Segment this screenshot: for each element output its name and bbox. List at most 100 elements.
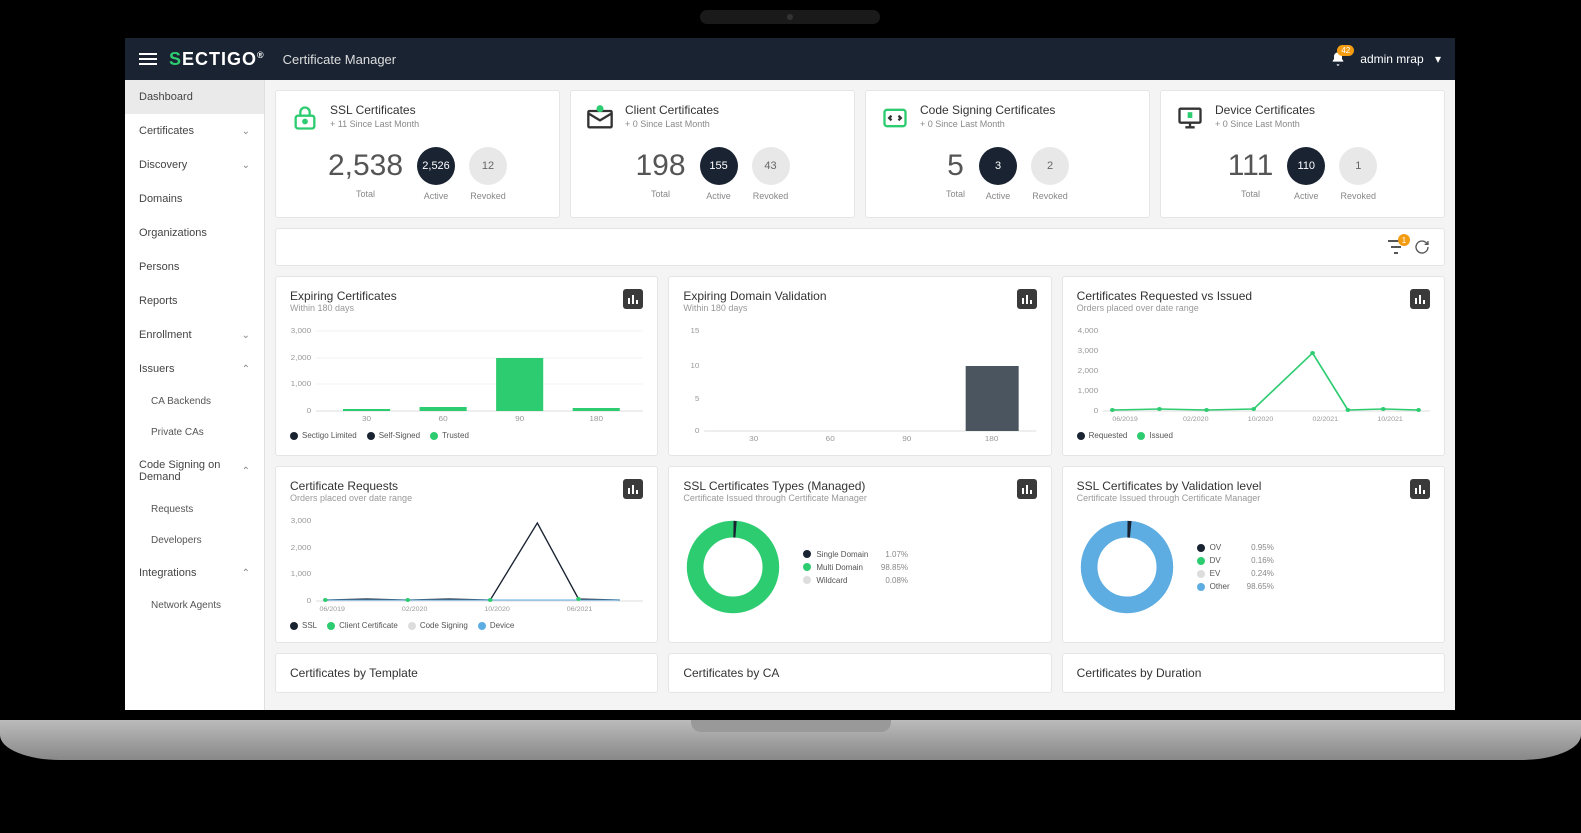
chart-grid: Expiring Certificates Within 180 days 3,… [275, 276, 1445, 693]
notification-icon[interactable]: 42 [1330, 51, 1346, 67]
svg-text:2,000: 2,000 [1077, 367, 1098, 375]
refresh-icon[interactable] [1414, 239, 1430, 255]
sidebar-item-issuers[interactable]: Issuers⌃ [125, 352, 264, 386]
app-screen: SECTIGO® Certificate Manager 42 admin mr… [125, 38, 1455, 710]
chevron-up-icon: ⌃ [242, 466, 250, 477]
chart-title: SSL Certificates by Validation level [1077, 479, 1262, 493]
chart-menu-icon[interactable] [1017, 479, 1037, 499]
chart-subtitle: Certificate Issued through Certificate M… [1077, 493, 1262, 503]
svg-text:3,000: 3,000 [1077, 347, 1098, 355]
sidebar-item-developers[interactable]: Developers [125, 525, 264, 556]
stat-cards-row: SSL Certificates + 11 Since Last Month 2… [275, 90, 1445, 218]
device-icon [1175, 103, 1205, 133]
sidebar-item-ca-backends[interactable]: CA Backends [125, 386, 264, 417]
chart-by-ca: Certificates by CA [668, 653, 1051, 693]
svg-text:10/2020: 10/2020 [1247, 416, 1273, 422]
stat-subtitle: + 0 Since Last Month [1215, 119, 1315, 129]
stat-subtitle: + 11 Since Last Month [330, 119, 419, 129]
main-content: SSL Certificates + 11 Since Last Month 2… [265, 80, 1455, 710]
chart-title: Certificates by Template [290, 666, 643, 680]
stat-subtitle: + 0 Since Last Month [920, 119, 1055, 129]
mail-icon [585, 103, 615, 133]
stat-subtitle: + 0 Since Last Month [625, 119, 719, 129]
stat-total: 2,538 [328, 149, 403, 183]
svg-text:0: 0 [307, 597, 312, 605]
stat-title: Client Certificates [625, 103, 719, 117]
chart-subtitle: Certificate Issued through Certificate M… [683, 493, 867, 503]
chart-legend: OV0.95%DV0.16%EV0.24%Other98.65% [1197, 539, 1274, 595]
sidebar-item-organizations[interactable]: Organizations [125, 216, 264, 250]
filter-bar: 1 [275, 228, 1445, 266]
chart-menu-icon[interactable] [1410, 289, 1430, 309]
stat-active: 2,526 [417, 147, 455, 185]
chart-title: SSL Certificates Types (Managed) [683, 479, 867, 493]
chart-menu-icon[interactable] [1410, 479, 1430, 499]
chart-legend: Sectigo Limited Self-Signed Trusted [290, 431, 643, 440]
sidebar-item-persons[interactable]: Persons [125, 250, 264, 284]
chart-by-template: Certificates by Template [275, 653, 658, 693]
sidebar-item-code-signing[interactable]: Code Signing on Demand⌃ [125, 448, 264, 494]
svg-text:10/2021: 10/2021 [1377, 416, 1403, 422]
sidebar-item-requests[interactable]: Requests [125, 494, 264, 525]
svg-text:15: 15 [691, 327, 700, 335]
svg-text:06/2019: 06/2019 [319, 606, 345, 612]
brand-logo[interactable]: SECTIGO® [169, 49, 265, 70]
user-menu[interactable]: admin mrap ▾ [1360, 52, 1441, 66]
chevron-down-icon: ⌄ [242, 330, 250, 341]
stat-title: SSL Certificates [330, 103, 419, 117]
stat-revoked: 43 [752, 147, 790, 185]
chart-requested-issued: Certificates Requested vs Issued Orders … [1062, 276, 1445, 456]
code-icon [880, 103, 910, 133]
stat-card: SSL Certificates + 11 Since Last Month 2… [275, 90, 560, 218]
svg-text:5: 5 [695, 395, 700, 403]
menu-icon[interactable] [139, 50, 157, 68]
chart-cert-requests: Certificate Requests Orders placed over … [275, 466, 658, 643]
laptop-camera [700, 10, 880, 24]
svg-text:4,000: 4,000 [1077, 327, 1098, 335]
stat-card: Client Certificates + 0 Since Last Month… [570, 90, 855, 218]
chart-menu-icon[interactable] [1017, 289, 1037, 309]
stat-revoked: 1 [1339, 147, 1377, 185]
svg-text:30: 30 [749, 435, 758, 443]
svg-text:02/2020: 02/2020 [1183, 416, 1209, 422]
chart-menu-icon[interactable] [623, 289, 643, 309]
filter-icon[interactable]: 1 [1388, 240, 1404, 254]
chart-subtitle: Within 180 days [290, 303, 397, 313]
sidebar-item-network-agents[interactable]: Network Agents [125, 590, 264, 621]
sidebar-item-dashboard[interactable]: Dashboard [125, 80, 264, 114]
app-title: Certificate Manager [283, 52, 396, 67]
svg-text:90: 90 [515, 415, 524, 423]
chart-by-duration: Certificates by Duration [1062, 653, 1445, 693]
svg-text:3,000: 3,000 [291, 517, 312, 525]
chevron-down-icon: ⌄ [242, 126, 250, 137]
filter-badge: 1 [1398, 234, 1410, 246]
stat-revoked: 2 [1031, 147, 1069, 185]
sidebar-item-integrations[interactable]: Integrations⌃ [125, 556, 264, 590]
lock-icon [290, 103, 320, 133]
chart-legend: SSL Client Certificate Code Signing Devi… [290, 621, 643, 630]
svg-text:1,000: 1,000 [1077, 387, 1098, 395]
stat-total: 198 [635, 149, 685, 183]
sidebar-item-enrollment[interactable]: Enrollment⌄ [125, 318, 264, 352]
sidebar-item-reports[interactable]: Reports [125, 284, 264, 318]
sidebar-item-discovery[interactable]: Discovery⌄ [125, 148, 264, 182]
chart-ssl-types: SSL Certificates Types (Managed) Certifi… [668, 466, 1051, 643]
chart-menu-icon[interactable] [623, 479, 643, 499]
svg-text:30: 30 [362, 415, 371, 423]
chart-subtitle: Within 180 days [683, 303, 826, 313]
svg-text:06/2019: 06/2019 [1112, 416, 1138, 422]
sidebar-item-private-cas[interactable]: Private CAs [125, 417, 264, 448]
chevron-up-icon: ⌃ [242, 568, 250, 579]
sidebar: Dashboard Certificates⌄ Discovery⌄ Domai… [125, 80, 265, 710]
svg-text:02/2020: 02/2020 [402, 606, 428, 612]
chart-title: Expiring Domain Validation [683, 289, 826, 303]
svg-text:0: 0 [695, 427, 700, 435]
sidebar-item-domains[interactable]: Domains [125, 182, 264, 216]
sidebar-item-certificates[interactable]: Certificates⌄ [125, 114, 264, 148]
stat-card: Code Signing Certificates + 0 Since Last… [865, 90, 1150, 218]
svg-text:10: 10 [691, 362, 700, 370]
stat-card: Device Certificates + 0 Since Last Month… [1160, 90, 1445, 218]
svg-text:2,000: 2,000 [291, 354, 312, 362]
svg-text:60: 60 [439, 415, 448, 423]
stat-active: 3 [979, 147, 1017, 185]
